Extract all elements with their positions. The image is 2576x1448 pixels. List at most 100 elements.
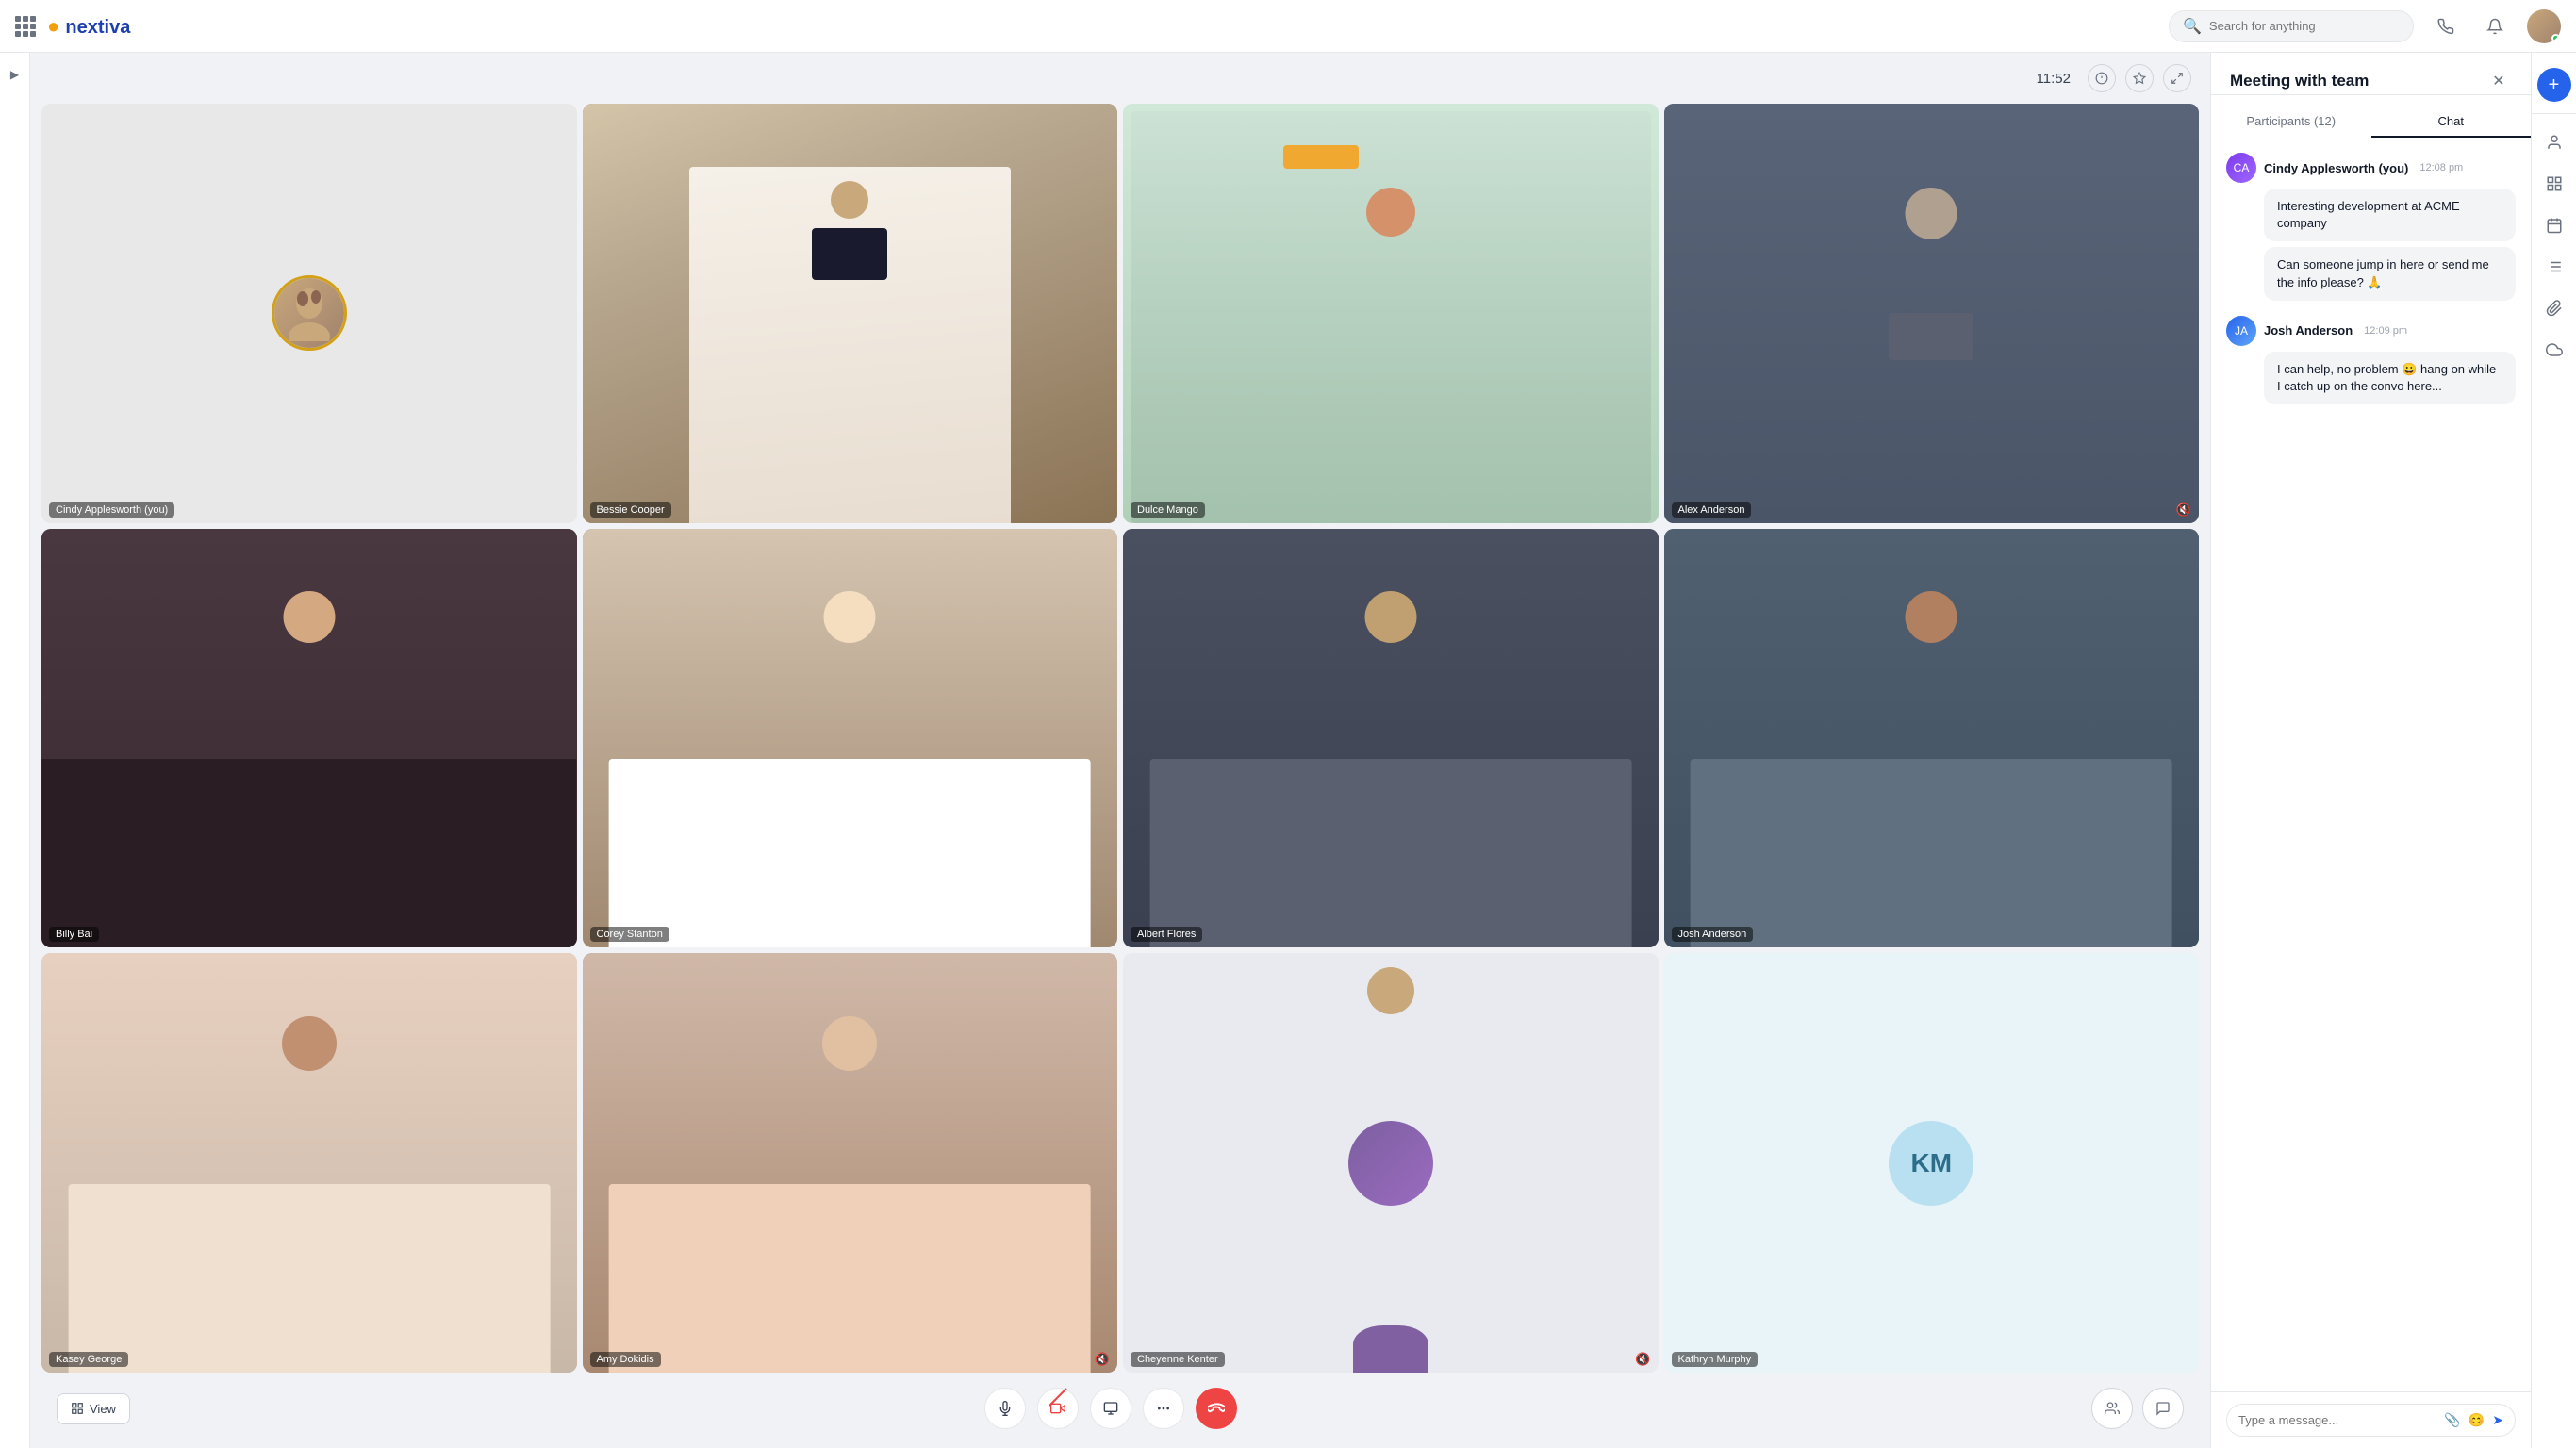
video-cell-bessie[interactable]: Bessie Cooper	[583, 104, 1118, 523]
nav-right: 🔍	[2169, 9, 2561, 43]
kathryn-avatar: KM	[1889, 1121, 1973, 1206]
cheyenne-muted-icon: 🔇	[1635, 1352, 1650, 1367]
view-button[interactable]: View	[57, 1393, 130, 1424]
josh-video	[1664, 529, 2200, 948]
kathryn-initials: KM	[1910, 1148, 1952, 1178]
cindy-msg-sender: Cindy Applesworth (you)	[2264, 161, 2408, 175]
chat-input-area: 📎 😊 ➤	[2211, 1391, 2531, 1448]
participants-button[interactable]	[2091, 1388, 2133, 1429]
cheyenne-name-label: Cheyenne Kenter	[1131, 1352, 1225, 1367]
chat-button[interactable]	[2142, 1388, 2184, 1429]
corey-name-label: Corey Stanton	[590, 927, 669, 942]
cloud-icon[interactable]	[2537, 333, 2571, 367]
cindy-msg-avatar: CA	[2226, 153, 2256, 183]
info-icon[interactable]	[2088, 64, 2116, 92]
emoji-icon[interactable]: 😊	[2469, 1412, 2485, 1428]
more-options-button[interactable]	[1143, 1388, 1184, 1429]
bessie-name-label: Bessie Cooper	[590, 502, 671, 518]
message-group-cindy: CA Cindy Applesworth (you) 12:08 pm Inte…	[2226, 153, 2516, 301]
logo: ● nextiva	[47, 14, 130, 39]
albert-name-label: Albert Flores	[1131, 927, 1202, 942]
calendar-icon[interactable]	[2537, 208, 2571, 242]
video-cell-alex[interactable]: Alex Anderson 🔇	[1664, 104, 2200, 523]
attach-icon[interactable]: 📎	[2444, 1412, 2460, 1428]
sender-row-cindy: CA Cindy Applesworth (you) 12:08 pm	[2226, 153, 2516, 183]
josh-msg-bubble-1: I can help, no problem 😀 hang on while I…	[2264, 352, 2516, 404]
video-cell-corey[interactable]: Corey Stanton	[583, 529, 1118, 948]
call-controls	[984, 1388, 1237, 1429]
secondary-controls	[2091, 1388, 2184, 1429]
dulce-name-label: Dulce Mango	[1131, 502, 1205, 518]
video-cell-cheyenne[interactable]: Cheyenne Kenter 🔇	[1123, 953, 1659, 1373]
alex-video	[1664, 104, 2200, 523]
amy-video	[583, 953, 1118, 1373]
cheyenne-avatar	[1348, 1121, 1433, 1206]
video-cell-albert[interactable]: Albert Flores	[1123, 529, 1659, 948]
billy-name-label: Billy Bai	[49, 927, 99, 942]
chat-panel: Meeting with team ✕ Participants (12) Ch…	[2210, 53, 2531, 1448]
sender-row-josh: JA Josh Anderson 12:09 pm	[2226, 316, 2516, 346]
cindy-msg-bubble-1: Interesting development at ACME company	[2264, 189, 2516, 241]
online-status	[2551, 34, 2560, 42]
kasey-video	[41, 953, 577, 1373]
end-call-button[interactable]	[1196, 1388, 1237, 1429]
video-area: 11:52	[30, 53, 2210, 1448]
pin-icon[interactable]	[2125, 64, 2154, 92]
tab-chat[interactable]: Chat	[2371, 107, 2532, 138]
message-group-josh: JA Josh Anderson 12:09 pm I can help, no…	[2226, 316, 2516, 404]
search-box[interactable]: 🔍	[2169, 10, 2414, 42]
cindy-name-label: Cindy Applesworth (you)	[49, 502, 174, 518]
mute-button[interactable]	[984, 1388, 1026, 1429]
far-right-sidebar: +	[2531, 53, 2576, 1448]
video-cell-josh[interactable]: Josh Anderson	[1664, 529, 2200, 948]
alex-muted-icon: 🔇	[2176, 502, 2191, 518]
contacts-icon[interactable]	[2537, 125, 2571, 159]
josh-msg-avatar: JA	[2226, 316, 2256, 346]
send-icon[interactable]: ➤	[2492, 1412, 2503, 1428]
meeting-controls: View	[41, 1380, 2199, 1437]
albert-video	[1123, 529, 1659, 948]
attachment-sidebar-icon[interactable]	[2537, 291, 2571, 325]
video-grid: Cindy Applesworth (you) Bessie Cooper	[41, 104, 2199, 1373]
view-label: View	[90, 1402, 116, 1416]
chat-message-input[interactable]	[2238, 1413, 2436, 1427]
search-icon: 🔍	[2183, 17, 2202, 36]
video-cell-dulce[interactable]: Dulce Mango	[1123, 104, 1659, 523]
cindy-msg-time: 12:08 pm	[2419, 162, 2463, 173]
bessie-video	[583, 104, 1118, 523]
share-screen-button[interactable]	[1090, 1388, 1131, 1429]
main-layout: ▶ 11:52	[0, 53, 2576, 1448]
video-toolbar: 11:52	[41, 64, 2199, 96]
phone-icon[interactable]	[2429, 9, 2463, 43]
camera-button[interactable]	[1037, 1388, 1079, 1429]
amy-name-label: Amy Dokidis	[590, 1352, 661, 1367]
chat-tabs: Participants (12) Chat	[2211, 107, 2531, 138]
video-cell-billy[interactable]: Billy Bai	[41, 529, 577, 948]
dulce-video	[1123, 104, 1659, 523]
josh-msg-sender: Josh Anderson	[2264, 323, 2353, 337]
chat-input-row: 📎 😊 ➤	[2226, 1404, 2516, 1437]
chat-messages: CA Cindy Applesworth (you) 12:08 pm Inte…	[2211, 138, 2531, 1391]
notification-icon[interactable]	[2478, 9, 2512, 43]
expand-icon[interactable]	[2163, 64, 2191, 92]
cindy-msg-bubble-2: Can someone jump in here or send me the …	[2264, 247, 2516, 300]
grid-layout-icon[interactable]	[2537, 167, 2571, 201]
video-cell-kathryn[interactable]: KM Kathryn Murphy	[1664, 953, 2200, 1373]
tab-participants[interactable]: Participants (12)	[2211, 107, 2371, 138]
video-cell-kasey[interactable]: Kasey George	[41, 953, 577, 1373]
user-avatar[interactable]	[2527, 9, 2561, 43]
close-chat-button[interactable]: ✕	[2485, 68, 2512, 94]
meeting-time: 11:52	[2037, 71, 2071, 87]
sidebar-toggle[interactable]: ▶	[0, 53, 30, 1448]
grid-menu-icon[interactable]	[15, 16, 36, 37]
logo-text: ● nextiva	[47, 14, 130, 39]
josh-name-label: Josh Anderson	[1672, 927, 1754, 942]
amy-muted-icon: 🔇	[1095, 1352, 1110, 1367]
video-cell-amy[interactable]: Amy Dokidis 🔇	[583, 953, 1118, 1373]
add-button[interactable]: +	[2537, 68, 2571, 102]
video-cell-cindy[interactable]: Cindy Applesworth (you)	[41, 104, 577, 523]
view-grid-icon	[71, 1402, 84, 1415]
cindy-avatar	[272, 275, 347, 351]
tasks-icon[interactable]	[2537, 250, 2571, 284]
search-input[interactable]	[2209, 19, 2400, 33]
